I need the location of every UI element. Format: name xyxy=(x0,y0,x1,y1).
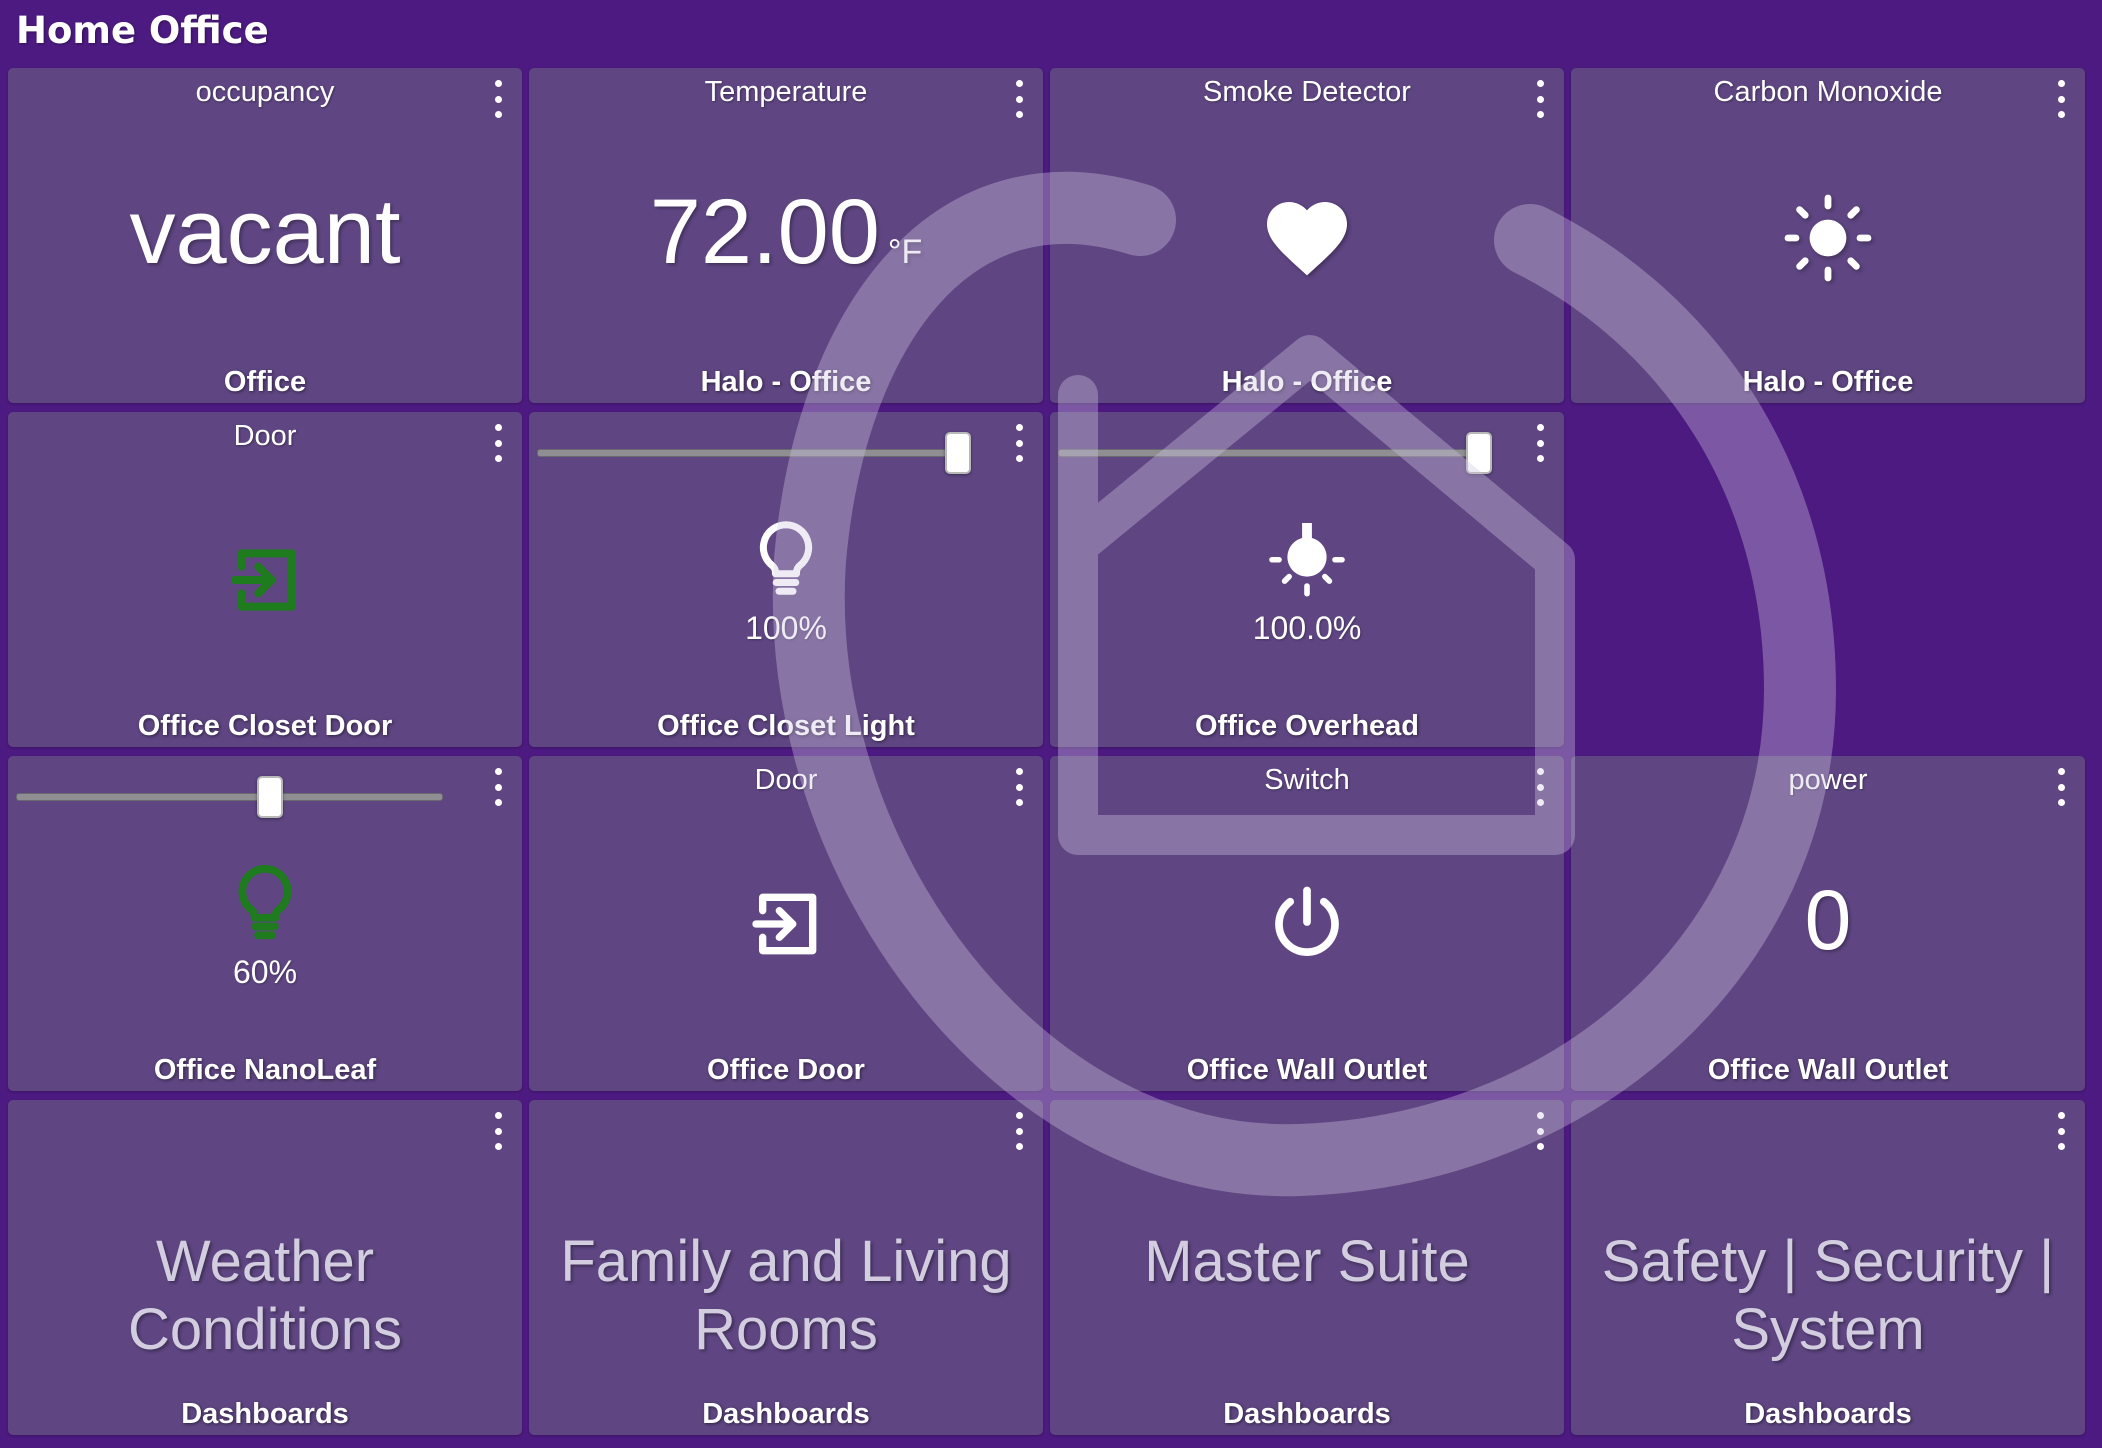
tile-label: Dashboards xyxy=(181,1398,349,1430)
tile-office-nanoleaf[interactable]: 60% Office NanoLeaf xyxy=(8,756,522,1091)
power-icon xyxy=(1265,880,1349,964)
tile-label: Halo - Office xyxy=(700,366,872,398)
tile-dashboard-master-suite[interactable]: Master Suite Dashboards xyxy=(1050,1100,1564,1435)
light-level: 100.0% xyxy=(1252,610,1362,646)
tile-office-wall-outlet-power[interactable]: power 0 Office Wall Outlet xyxy=(1571,756,2085,1091)
occupancy-value: vacant xyxy=(129,181,401,283)
sun-icon xyxy=(1780,190,1876,286)
tile-title: Temperature xyxy=(704,76,868,108)
slider-track xyxy=(537,449,969,457)
light-level: 60% xyxy=(232,954,298,990)
tile-menu-icon[interactable] xyxy=(1532,1112,1548,1150)
dashboard-link-title: Safety | Security | System xyxy=(1601,1229,2055,1362)
tile-menu-icon[interactable] xyxy=(1011,424,1027,462)
light-level: 100% xyxy=(745,610,827,646)
tile-carbon-monoxide[interactable]: Carbon Monoxide Halo - Office xyxy=(1571,68,2085,403)
temperature-unit: °F xyxy=(887,233,923,271)
tile-label: Office Overhead xyxy=(1194,710,1420,742)
tile-menu-icon[interactable] xyxy=(2053,1112,2069,1150)
temperature-reading: 72.00 °F xyxy=(529,186,1043,278)
tile-title: Door xyxy=(233,420,297,452)
tile-title: occupancy xyxy=(195,76,335,108)
tile-menu-icon[interactable] xyxy=(1532,768,1548,806)
tile-menu-icon[interactable] xyxy=(1011,80,1027,118)
tile-menu-icon[interactable] xyxy=(1011,1112,1027,1150)
tile-menu-icon[interactable] xyxy=(2053,80,2069,118)
dashboard-link-title: Family and Living Rooms xyxy=(560,1229,1012,1362)
tile-title: Smoke Detector xyxy=(1203,76,1411,108)
tile-label: Halo - Office xyxy=(1221,366,1393,398)
tile-menu-icon[interactable] xyxy=(1011,768,1027,806)
tile-menu-icon[interactable] xyxy=(1532,80,1548,118)
tile-smoke-detector[interactable]: Smoke Detector Halo - Office xyxy=(1050,68,1564,403)
tile-label: Office Closet Door xyxy=(137,710,393,742)
tile-office-closet-light[interactable]: 100% Office Closet Light xyxy=(529,412,1043,747)
slider-track xyxy=(16,793,443,801)
door-enter-icon xyxy=(746,884,826,964)
tile-label: Office xyxy=(223,366,307,398)
heart-icon xyxy=(1259,190,1355,286)
tile-label: Office NanoLeaf xyxy=(153,1054,377,1086)
door-enter-icon xyxy=(225,540,305,620)
dashboard-title: Home Office xyxy=(16,9,269,52)
tile-menu-icon[interactable] xyxy=(490,1112,506,1150)
tile-menu-icon[interactable] xyxy=(2053,768,2069,806)
tile-occupancy[interactable]: occupancy vacant Office xyxy=(8,68,522,403)
bulb-icon xyxy=(744,516,828,600)
power-value: 0 xyxy=(1804,873,1852,967)
empty-slot xyxy=(1571,412,2085,747)
dashboard-link-title: Weather Conditions xyxy=(127,1229,403,1362)
tile-dashboard-family-living[interactable]: Family and Living Rooms Dashboards xyxy=(529,1100,1043,1435)
tile-title: power xyxy=(1788,764,1868,796)
tile-office-wall-outlet-switch[interactable]: Switch Office Wall Outlet xyxy=(1050,756,1564,1091)
dashboard-link-title: Master Suite xyxy=(1144,1229,1470,1294)
bulb-icon xyxy=(223,860,307,944)
tile-title: Carbon Monoxide xyxy=(1713,76,1943,108)
tile-label: Office Wall Outlet xyxy=(1707,1054,1949,1086)
slider-thumb[interactable] xyxy=(945,432,972,474)
tile-title: Door xyxy=(754,764,818,796)
tile-dashboard-weather[interactable]: Weather Conditions Dashboards xyxy=(8,1100,522,1435)
temperature-value: 72.00 xyxy=(649,181,880,283)
tile-label: Dashboards xyxy=(1223,1398,1391,1430)
slider-thumb[interactable] xyxy=(1466,432,1493,474)
slider-track xyxy=(1058,449,1490,457)
tile-menu-icon[interactable] xyxy=(490,80,506,118)
dimmer-slider[interactable] xyxy=(16,776,443,818)
tile-office-closet-door[interactable]: Door Office Closet Door xyxy=(8,412,522,747)
tile-menu-icon[interactable] xyxy=(1532,424,1548,462)
tile-dashboard-safety[interactable]: Safety | Security | System Dashboards xyxy=(1571,1100,2085,1435)
tile-temperature[interactable]: Temperature 72.00 °F Halo - Office xyxy=(529,68,1043,403)
tile-office-door[interactable]: Door Office Door xyxy=(529,756,1043,1091)
tile-title: Switch xyxy=(1264,764,1350,796)
tile-label: Office Door xyxy=(707,1054,865,1086)
tile-label: Office Closet Light xyxy=(657,710,915,742)
tile-label: Office Wall Outlet xyxy=(1186,1054,1428,1086)
slider-thumb[interactable] xyxy=(257,776,284,818)
dimmer-slider[interactable] xyxy=(1058,432,1493,474)
dimmer-slider[interactable] xyxy=(537,432,972,474)
tile-label: Dashboards xyxy=(702,1398,870,1430)
tile-menu-icon[interactable] xyxy=(490,424,506,462)
ceiling-light-icon xyxy=(1265,516,1349,600)
tile-office-overhead[interactable]: 100.0% Office Overhead xyxy=(1050,412,1564,747)
tile-menu-icon[interactable] xyxy=(490,768,506,806)
tile-label: Dashboards xyxy=(1744,1398,1912,1430)
tile-label: Halo - Office xyxy=(1742,366,1914,398)
tile-grid: occupancy vacant Office Temperature 72.0… xyxy=(8,68,2085,1435)
